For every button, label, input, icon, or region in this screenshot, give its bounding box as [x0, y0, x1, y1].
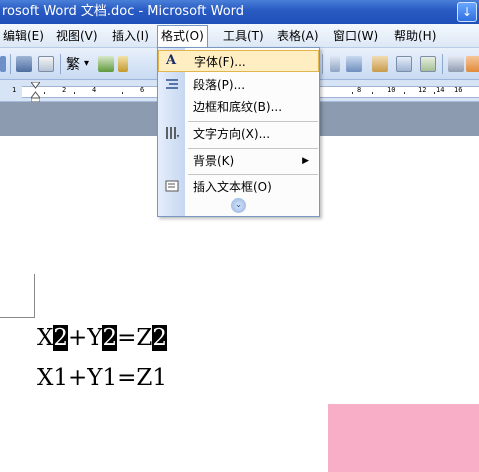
- menu-item-label: 边框和底纹(B)...: [193, 100, 283, 114]
- equation-line-2[interactable]: X1+Y1=Z1: [37, 363, 167, 393]
- menu-format[interactable]: 格式(O): [157, 25, 208, 48]
- ruler-number: 12: [418, 86, 427, 94]
- word-window: rosoft Word 文档.doc - Microsoft Word ↓ 编辑…: [0, 0, 479, 472]
- selected-digit: 2: [102, 325, 118, 351]
- toolbar-separator: [60, 54, 61, 74]
- print-icon[interactable]: [16, 56, 32, 72]
- excel-table-icon[interactable]: [372, 56, 388, 72]
- font-a-icon: A: [166, 53, 177, 68]
- dropdown-arrow-icon[interactable]: ▾: [84, 58, 89, 69]
- ruler-tick: [74, 92, 75, 94]
- equation-line-1[interactable]: X2+Y2=Z2: [37, 323, 168, 353]
- pink-overlay: [328, 404, 479, 472]
- menu-insert[interactable]: 插入(I): [109, 27, 152, 45]
- title-bar: rosoft Word 文档.doc - Microsoft Word ↓: [0, 0, 479, 24]
- textbox-icon: [165, 180, 179, 192]
- toolbar-separator: [442, 54, 443, 74]
- window-title: rosoft Word 文档.doc - Microsoft Word: [2, 4, 245, 19]
- menu-separator: [188, 174, 318, 175]
- menu-edit[interactable]: 编辑(E): [0, 27, 47, 45]
- drawing-icon[interactable]: [420, 56, 436, 72]
- ruler-tick: [404, 92, 405, 94]
- ruler-tick: [352, 92, 353, 94]
- menu-item-borders-shading[interactable]: 边框和底纹(B)...: [158, 96, 319, 118]
- menu-bar: 编辑(E) 视图(V) 插入(I) 格式(O) 工具(T) 表格(A) 窗口(W…: [0, 24, 479, 48]
- menu-item-label: 插入文本框(O): [193, 180, 272, 194]
- menu-help[interactable]: 帮助(H): [391, 27, 439, 45]
- research-icon[interactable]: [118, 56, 128, 72]
- page-corner-mark: [0, 317, 35, 318]
- traditional-chinese-button[interactable]: 繁: [66, 54, 80, 74]
- menu-view[interactable]: 视图(V): [53, 27, 101, 45]
- menu-window[interactable]: 窗口(W): [330, 27, 381, 45]
- menu-separator: [188, 148, 318, 149]
- paragraph-icon: [166, 79, 178, 89]
- document-map-icon[interactable]: [448, 56, 464, 72]
- ruler-number: 6: [140, 86, 145, 94]
- spelling-icon[interactable]: [98, 56, 114, 72]
- eq-text: X: [37, 325, 54, 351]
- selected-digit: 2: [152, 325, 168, 351]
- ruler-number: 8: [357, 86, 362, 94]
- submenu-arrow-icon: ▶: [302, 156, 309, 166]
- toolbar-separator: [322, 54, 323, 74]
- eq-text: =Z: [117, 325, 153, 351]
- ruler-number: 4: [92, 86, 97, 94]
- ruler-number: 2: [62, 86, 67, 94]
- menu-item-insert-textbox[interactable]: 插入文本框(O): [158, 176, 319, 198]
- page-corner-mark: [34, 274, 35, 318]
- ruler-number: 16: [454, 86, 463, 94]
- ruler-number: 14: [436, 86, 445, 94]
- menu-item-text-direction[interactable]: 文字方向(X)...: [158, 123, 319, 145]
- dropdown-icon[interactable]: [330, 56, 340, 72]
- show-hide-icon[interactable]: [466, 56, 479, 72]
- menu-tools[interactable]: 工具(T): [220, 27, 267, 45]
- menu-item-paragraph[interactable]: 段落(P)...: [158, 74, 319, 96]
- columns-icon[interactable]: [396, 56, 412, 72]
- ruler-tick: [122, 92, 123, 94]
- menu-item-label: 文字方向(X)...: [193, 127, 271, 141]
- ruler-tick: [44, 92, 45, 94]
- expand-menu-icon[interactable]: ⌄: [231, 198, 246, 213]
- menu-item-label: 字体(F)...: [194, 55, 246, 69]
- menu-item-label: 背景(K): [193, 154, 235, 168]
- print-preview-icon[interactable]: [38, 56, 54, 72]
- toolbar-separator: [10, 54, 11, 74]
- selected-digit: 2: [53, 325, 69, 351]
- ruler-tick: [372, 92, 373, 94]
- toolbar-edge-icon[interactable]: [0, 56, 6, 72]
- indent-marker-icon[interactable]: [31, 82, 40, 102]
- ruler-number: 1: [12, 86, 17, 94]
- eq-text: +Y: [68, 325, 103, 351]
- menu-item-font[interactable]: A 字体(F)...: [158, 50, 319, 72]
- ruler-tick: [434, 92, 435, 94]
- menu-item-label: 段落(P)...: [193, 78, 246, 92]
- menu-table[interactable]: 表格(A): [274, 27, 322, 45]
- ruler-number: 10: [387, 86, 396, 94]
- menu-item-background[interactable]: 背景(K) ▶: [158, 150, 319, 172]
- menu-separator: [188, 121, 318, 122]
- download-arrow-icon[interactable]: ↓: [457, 2, 477, 22]
- text-direction-icon: [166, 127, 179, 139]
- format-menu: A 字体(F)... 段落(P)... 边框和底纹(B)... 文字方向(X).…: [157, 47, 320, 217]
- table-icon[interactable]: [346, 56, 362, 72]
